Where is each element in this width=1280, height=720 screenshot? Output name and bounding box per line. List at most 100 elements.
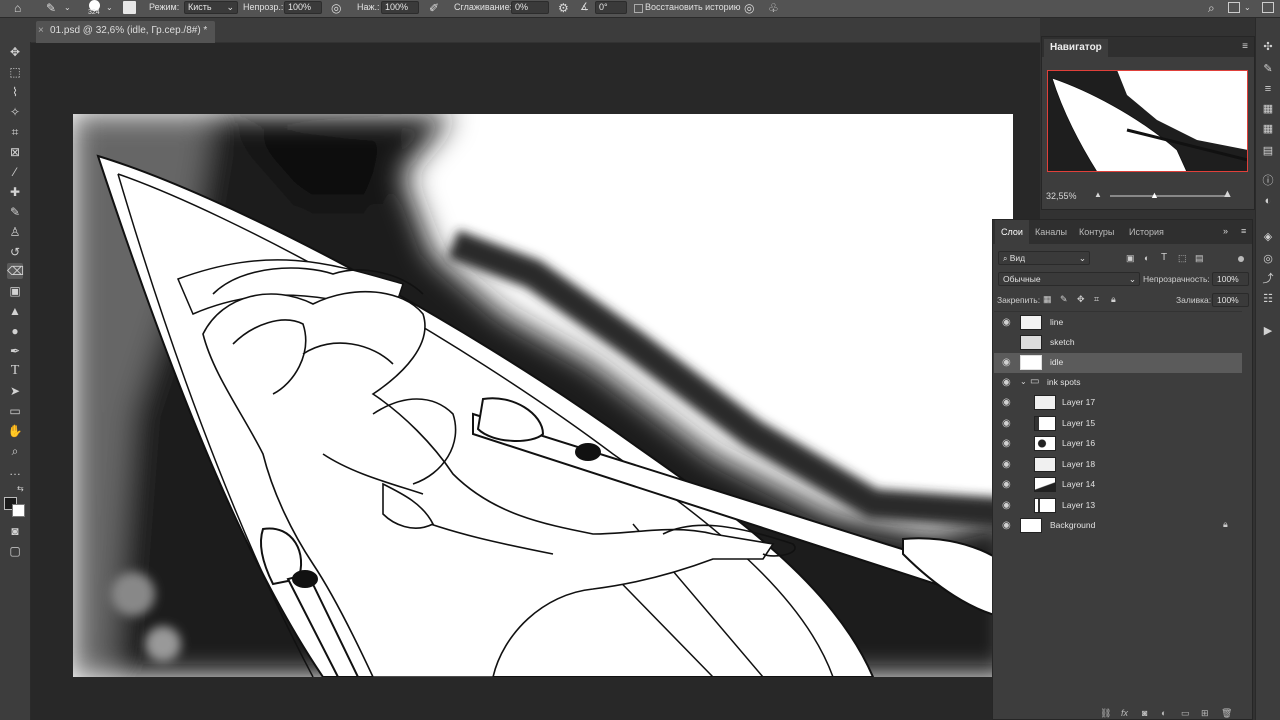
layer-row[interactable]: ◉ sketch: [994, 333, 1242, 353]
airbrush-icon[interactable]: ✐: [429, 1, 439, 15]
eye-icon[interactable]: ◉: [1002, 357, 1011, 369]
play-icon[interactable]: ▶: [1261, 324, 1275, 338]
screen-mode-icon[interactable]: ▢: [7, 543, 23, 559]
layer-row[interactable]: ◉ Background 🔒︎: [994, 516, 1242, 536]
marquee-tool-icon[interactable]: ⬚: [7, 64, 23, 80]
filter-type-icon[interactable]: T: [1161, 252, 1167, 263]
folder-icon[interactable]: ▭: [1181, 708, 1190, 719]
grid-icon[interactable]: ▦: [1261, 102, 1275, 116]
clone-stamp-tool-icon[interactable]: ♙: [7, 224, 23, 240]
artwork-canvas[interactable]: [73, 114, 1013, 677]
tab-history[interactable]: История: [1123, 220, 1170, 244]
workspace-icon[interactable]: [1228, 2, 1240, 13]
lock-artboard-icon[interactable]: ⌗: [1094, 294, 1099, 305]
tab-layers[interactable]: Слои: [995, 220, 1029, 244]
lock-position-icon[interactable]: ✥: [1077, 294, 1085, 305]
mode-select[interactable]: Кисть ⌄: [184, 1, 238, 14]
layer-row[interactable]: ◉ Layer 16: [994, 434, 1242, 454]
info-icon[interactable]: ⓘ: [1261, 174, 1275, 188]
symmetry-icon[interactable]: ♧: [768, 1, 779, 15]
angle-field[interactable]: 0°: [595, 1, 627, 14]
eye-icon[interactable]: ◉: [1002, 479, 1011, 491]
path-selection-tool-icon[interactable]: ➤: [7, 383, 23, 399]
history-icon[interactable]: ☷: [1261, 292, 1275, 306]
tool-preset-chevron-icon[interactable]: ⌄: [64, 1, 71, 15]
mask-icon[interactable]: ◙: [1142, 708, 1147, 718]
channels-icon[interactable]: ◎: [1261, 252, 1275, 266]
share-icon[interactable]: [1262, 2, 1274, 13]
eye-icon[interactable]: ◉: [1002, 418, 1011, 430]
link-icon[interactable]: ⛓: [1100, 708, 1111, 719]
quick-mask-icon[interactable]: ◙: [7, 523, 23, 539]
filter-smart-object-icon[interactable]: ▤: [1195, 253, 1204, 264]
type-tool-icon[interactable]: T: [7, 363, 23, 379]
swap-colors-icon[interactable]: ⇆: [17, 484, 24, 493]
dodge-tool-icon[interactable]: ●: [7, 323, 23, 339]
panel-menu-icon[interactable]: ≡: [1241, 226, 1246, 236]
filter-pixel-icon[interactable]: ▣: [1126, 253, 1135, 264]
collapse-icon[interactable]: »: [1223, 226, 1228, 236]
tab-paths[interactable]: Контуры: [1073, 220, 1120, 244]
healing-brush-tool-icon[interactable]: ✚: [7, 184, 23, 200]
brush-picker-chevron-icon[interactable]: ⌄: [106, 1, 113, 15]
new-layer-icon[interactable]: ⊞: [1201, 708, 1209, 719]
background-color-swatch[interactable]: [12, 504, 25, 517]
zoom-slider-handle[interactable]: ▲: [1150, 190, 1159, 200]
blend-mode-select[interactable]: Обычные ⌄: [998, 272, 1140, 286]
search-icon[interactable]: ⌕: [1208, 1, 1215, 15]
blur-tool-icon[interactable]: ▲: [7, 303, 23, 319]
patterns-icon[interactable]: ▦: [1261, 122, 1275, 136]
fx-icon[interactable]: fx: [1121, 708, 1128, 718]
eye-icon[interactable]: ◉: [1002, 397, 1011, 409]
frame-tool-icon[interactable]: ⊠: [7, 144, 23, 160]
paths-icon[interactable]: ⤴: [1261, 272, 1275, 286]
layers-icon[interactable]: ◈: [1261, 230, 1275, 244]
eraser-tool-icon[interactable]: ⌫: [7, 263, 24, 279]
rectangle-tool-icon[interactable]: ▭: [7, 403, 23, 419]
navigator-zoom-value[interactable]: 32,55%: [1046, 191, 1077, 201]
zoom-in-icon[interactable]: ▲: [1222, 188, 1233, 200]
zoom-slider-track[interactable]: [1110, 195, 1226, 197]
eraser-tool-icon[interactable]: ✎: [46, 1, 56, 15]
panel-menu-icon[interactable]: ≡: [1242, 41, 1248, 52]
navigator-tab[interactable]: Навигатор: [1044, 39, 1108, 57]
eyedropper-tool-icon[interactable]: ⁄: [7, 164, 23, 180]
properties-icon[interactable]: ≡: [1261, 82, 1275, 96]
layer-row[interactable]: ◉ ⌄ ▭ ink spots: [994, 373, 1242, 393]
eye-icon[interactable]: ◉: [1002, 317, 1011, 329]
adjustments-icon[interactable]: ◐: [1261, 194, 1275, 208]
pen-tool-icon[interactable]: ✒: [7, 343, 23, 359]
eye-icon[interactable]: ◉: [1002, 438, 1011, 450]
pressure-field[interactable]: 100%: [381, 1, 419, 14]
home-icon[interactable]: ⌂: [14, 1, 21, 15]
brush-tool-icon[interactable]: ✎: [7, 204, 23, 220]
zoom-out-icon[interactable]: ▲: [1094, 190, 1102, 199]
navigator-view-box[interactable]: [1047, 70, 1248, 172]
crop-tool-icon[interactable]: ⌗: [7, 124, 23, 140]
lasso-tool-icon[interactable]: ⌇: [7, 84, 23, 100]
layer-row[interactable]: ◉ Layer 14: [994, 475, 1242, 495]
layer-filter-select[interactable]: ⌕ Вид ⌄: [998, 251, 1090, 265]
layer-row[interactable]: ◉ line: [994, 313, 1242, 333]
eye-hidden-icon[interactable]: ◉: [1002, 337, 1011, 349]
brushes-icon[interactable]: ✎: [1261, 62, 1275, 76]
layer-row[interactable]: ◉ idle: [994, 353, 1242, 373]
layer-fill-field[interactable]: 100%: [1212, 293, 1249, 307]
eye-icon[interactable]: ◉: [1002, 459, 1011, 471]
close-icon[interactable]: ×: [38, 21, 44, 41]
workspace-chevron-icon[interactable]: ⌄: [1244, 1, 1251, 15]
layer-row[interactable]: ◉ Layer 18: [994, 455, 1242, 475]
opacity-field[interactable]: 100%: [284, 1, 322, 14]
brush-settings-icon[interactable]: [123, 1, 136, 14]
history-brush-tool-icon[interactable]: ↺: [7, 244, 23, 260]
pressure-opacity-icon[interactable]: ◎: [331, 1, 341, 15]
chevron-down-icon[interactable]: ⌄: [1020, 377, 1027, 386]
filter-shape-icon[interactable]: ⬚: [1178, 253, 1187, 264]
restore-history-checkbox[interactable]: [634, 4, 643, 13]
lock-pixels-icon[interactable]: ✎: [1060, 294, 1068, 305]
layer-row[interactable]: ◉ Layer 17: [994, 393, 1242, 413]
lock-all-icon[interactable]: 🔒︎: [1111, 294, 1116, 305]
tab-channels[interactable]: Каналы: [1029, 220, 1073, 244]
move-tool-icon[interactable]: ✥: [7, 44, 23, 60]
layer-row[interactable]: ◉ Layer 15: [994, 414, 1242, 434]
